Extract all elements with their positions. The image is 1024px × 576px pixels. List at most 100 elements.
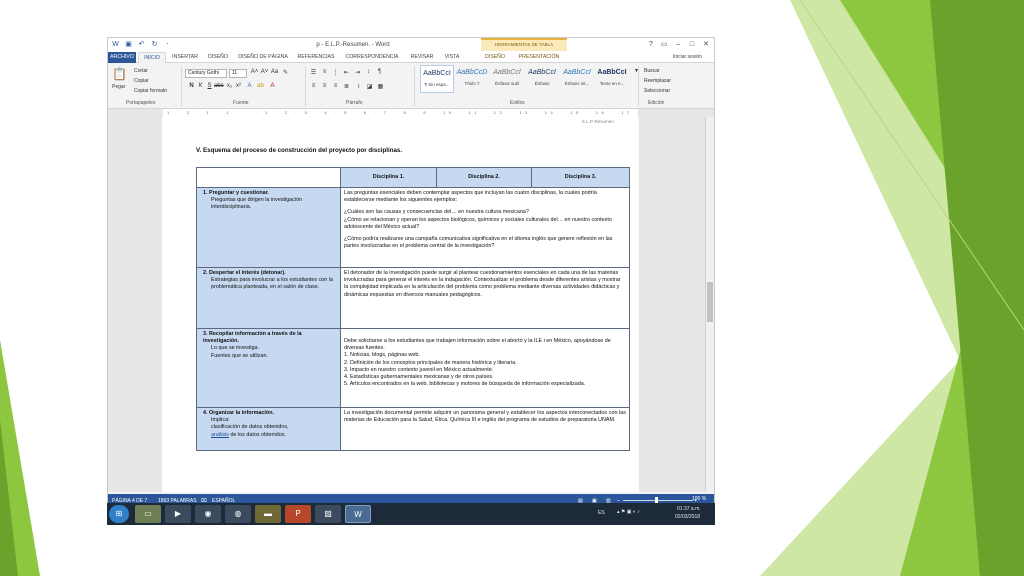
- scrollbar-thumb[interactable]: [707, 282, 713, 322]
- style-texto-negrita[interactable]: AaBbCcI Texto en n...: [595, 65, 629, 93]
- ribbon-options-icon[interactable]: ▭: [659, 40, 669, 50]
- taskbar-explorer-icon[interactable]: ▭: [135, 505, 161, 523]
- shrink-font-icon[interactable]: A˅: [260, 69, 269, 75]
- clock-time[interactable]: 01:37 a.m.: [677, 506, 701, 512]
- font-name-select[interactable]: Century Gothi: [185, 69, 227, 78]
- minimize-button[interactable]: –: [673, 40, 683, 50]
- document-area: E.L.P-Resumen. V. Esquema del proceso de…: [108, 117, 705, 492]
- zoom-slider[interactable]: [623, 500, 693, 501]
- help-button[interactable]: ?: [646, 40, 656, 50]
- tab-referencias[interactable]: REFERENCIAS: [294, 52, 338, 63]
- tab-correspondencia[interactable]: CORRESPONDENCIA: [340, 52, 404, 63]
- decrease-indent-icon[interactable]: ⇤: [342, 69, 351, 76]
- taskbar-chrome-icon[interactable]: ◉: [195, 505, 221, 523]
- sign-in-link[interactable]: Iniciar sesión: [673, 54, 702, 60]
- word-app-icon[interactable]: W: [111, 41, 120, 49]
- tab-diseno[interactable]: DISEÑO: [204, 52, 232, 63]
- align-left-icon[interactable]: ≡: [309, 83, 318, 89]
- taskbar-picture-icon[interactable]: ▨: [315, 505, 341, 523]
- text-effects-icon[interactable]: A: [245, 83, 254, 89]
- font-size-select[interactable]: 11: [229, 69, 247, 78]
- align-center-icon[interactable]: ≡: [320, 83, 329, 89]
- replace-button[interactable]: Reemplazar: [644, 78, 671, 84]
- tab-vista[interactable]: VISTA: [439, 52, 465, 63]
- clock-date[interactable]: 02/03/2018: [675, 514, 700, 520]
- paste-icon[interactable]: 📋: [112, 67, 127, 81]
- format-painter-button[interactable]: Copiar formato: [134, 88, 167, 94]
- borders-icon[interactable]: ▦: [376, 83, 385, 90]
- taskbar-powerpoint-icon[interactable]: P: [285, 505, 311, 523]
- strikethrough-icon[interactable]: abc: [214, 83, 224, 89]
- taskbar-word-icon[interactable]: W: [345, 505, 371, 523]
- customize-toolbar-icon[interactable]: ⋅: [163, 41, 172, 49]
- shading-icon[interactable]: ◪: [365, 83, 374, 90]
- taskbar-firefox-icon[interactable]: ◍: [225, 505, 251, 523]
- select-button[interactable]: Seleccionar: [644, 88, 670, 94]
- bullets-icon[interactable]: ☰: [309, 69, 318, 76]
- vertical-scrollbar[interactable]: [705, 117, 714, 492]
- style-enfasis-sutil[interactable]: AaBbCcI Énfasis sutil: [490, 65, 524, 93]
- style-preview: AaBbCcI: [597, 69, 627, 76]
- taskbar-folder-icon[interactable]: ▬: [255, 505, 281, 523]
- tab-table-diseno[interactable]: DISEÑO: [481, 52, 509, 63]
- font-color-icon[interactable]: A: [268, 83, 277, 89]
- document-page[interactable]: E.L.P-Resumen. V. Esquema del proceso de…: [162, 117, 639, 492]
- line-spacing-icon[interactable]: ↨: [354, 83, 363, 89]
- style-enfasis-intenso[interactable]: AaBbCcI Énfasis int...: [560, 65, 594, 93]
- zoom-level[interactable]: 100 %: [692, 496, 706, 502]
- horizontal-ruler[interactable]: 1 · 2 · 1 · 1 · · · 1 · 2 · 3 · 4 · 5 · …: [108, 109, 714, 117]
- step-cell: 4. Organizar la información. Implica: cl…: [196, 407, 341, 451]
- process-table[interactable]: Disciplina 1. Disciplina 2. Disciplina 3…: [196, 167, 630, 451]
- show-marks-icon[interactable]: ¶: [375, 69, 384, 75]
- tray-icons[interactable]: ▴ ⚑ ▣ ◐ ♪: [617, 509, 640, 515]
- paste-button[interactable]: Pegar: [112, 84, 125, 90]
- increase-indent-icon[interactable]: ⇥: [353, 69, 362, 76]
- justify-icon[interactable]: ≣: [342, 83, 351, 90]
- tab-presentacion[interactable]: PRESENTACIÓN: [511, 52, 567, 63]
- underline-icon[interactable]: S: [205, 83, 214, 89]
- style-name: Énfasis int...: [564, 81, 590, 86]
- taskbar-media-icon[interactable]: ▶: [165, 505, 191, 523]
- content-cell: Debe solicitarse a los estudiantes que t…: [340, 328, 630, 408]
- find-button[interactable]: Buscar: [644, 68, 660, 74]
- multilevel-list-icon[interactable]: ⋮: [331, 69, 340, 76]
- italic-icon[interactable]: K: [196, 83, 205, 89]
- spelling-underlined-word[interactable]: análisis: [211, 432, 229, 438]
- copy-button[interactable]: Copiar: [134, 78, 149, 84]
- save-icon[interactable]: ▣: [124, 41, 133, 49]
- content-paragraph: ¿Cómo podría realizarse una campaña comu…: [344, 236, 613, 250]
- clear-format-icon[interactable]: ✎: [281, 69, 290, 76]
- tab-revisar[interactable]: REVISAR: [407, 52, 437, 63]
- numbering-icon[interactable]: ≡: [320, 69, 329, 75]
- tab-inicio[interactable]: INICIO: [138, 52, 166, 63]
- table-row: 1. Preguntar y cuestionar. Preguntas que…: [196, 187, 630, 268]
- tab-archivo[interactable]: ARCHIVO: [108, 52, 136, 63]
- change-case-icon[interactable]: Aa: [270, 69, 279, 75]
- style-preview: AaBbCcI: [563, 69, 591, 76]
- sort-icon[interactable]: ↕: [364, 69, 373, 75]
- tab-insertar[interactable]: INSERTAR: [168, 52, 202, 63]
- grow-font-icon[interactable]: A˄: [250, 69, 259, 75]
- style-titulo-7[interactable]: AaBbCcD Título 7: [455, 65, 489, 93]
- header-disciplina-1: Disciplina 1.: [340, 167, 437, 188]
- redo-icon[interactable]: ↻: [150, 41, 159, 49]
- step-title: 1. Preguntar y cuestionar.: [203, 190, 269, 196]
- document-title: p - E.L.P.-Resumen. - Word: [316, 42, 390, 48]
- content-paragraph: Debe solicitarse a los estudiantes que t…: [344, 338, 611, 352]
- start-button[interactable]: ⊞: [109, 505, 129, 523]
- bold-icon[interactable]: N: [187, 83, 196, 89]
- superscript-icon[interactable]: x²: [234, 83, 243, 89]
- group-separator: [414, 66, 415, 106]
- style-enfasis[interactable]: AaBbCcI Énfasis: [525, 65, 559, 93]
- styles-more-icon[interactable]: ▾: [632, 67, 641, 74]
- cut-button[interactable]: Cortar: [134, 68, 148, 74]
- tab-diseno-pagina[interactable]: DISEÑO DE PÁGINA: [234, 52, 292, 63]
- restore-button[interactable]: □: [687, 40, 697, 50]
- align-right-icon[interactable]: ≡: [331, 83, 340, 89]
- style-sin-espaciado[interactable]: AaBbCcI ¶ Sin espa...: [420, 65, 454, 93]
- subscript-icon[interactable]: x₂: [225, 83, 234, 89]
- highlight-icon[interactable]: ab: [256, 83, 265, 89]
- input-language[interactable]: ES: [598, 510, 605, 516]
- close-button[interactable]: ✕: [701, 40, 711, 50]
- undo-icon[interactable]: ↶: [137, 41, 146, 49]
